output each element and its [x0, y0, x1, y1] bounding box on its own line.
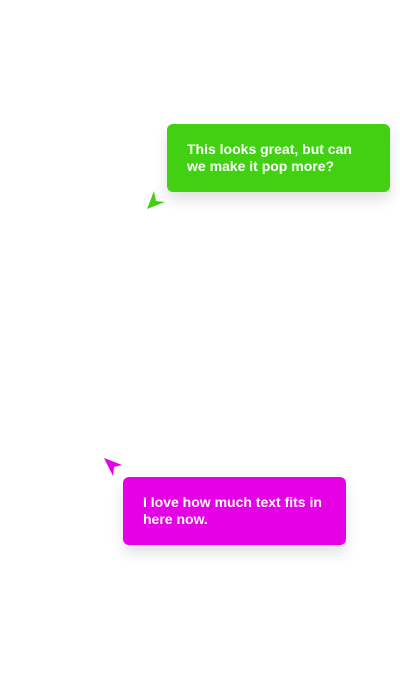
arrow-cursor-icon — [104, 458, 122, 476]
arrow-cursor-icon — [147, 191, 165, 209]
collaborator-cursor-green — [146, 190, 166, 210]
comment-bubble-magenta[interactable]: I love how much text fits in here now. — [123, 477, 346, 545]
comment-text: This looks great, but can we make it pop… — [187, 141, 352, 174]
comment-text: I love how much text fits in here now. — [143, 494, 322, 527]
collaboration-canvas: This looks great, but can we make it pop… — [0, 0, 400, 693]
comment-bubble-green[interactable]: This looks great, but can we make it pop… — [167, 124, 390, 192]
collaborator-cursor-magenta — [103, 457, 123, 477]
